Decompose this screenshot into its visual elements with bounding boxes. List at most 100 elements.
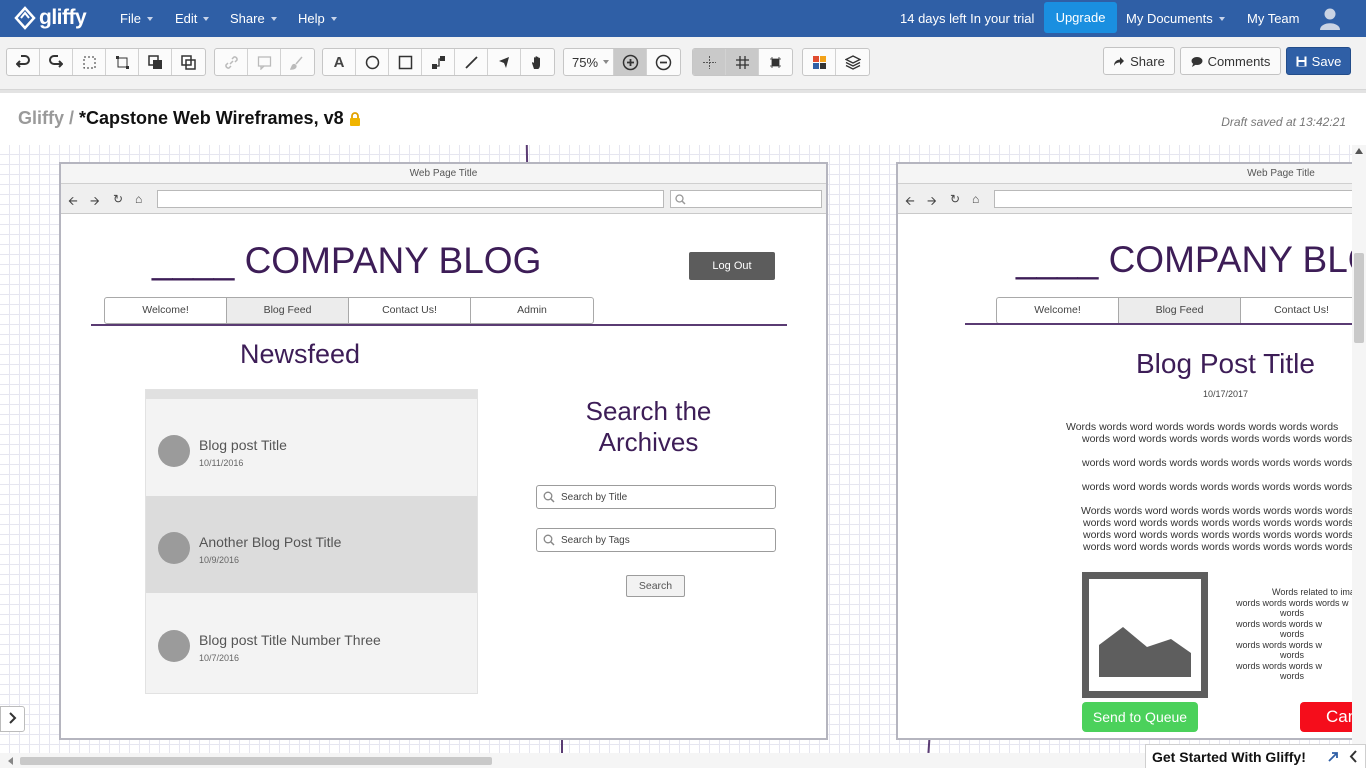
theme-button[interactable] [803, 49, 836, 75]
diagram-canvas[interactable]: Web Page Title 🡨 🡪 ↻ ⌂ ____ COMPANY BLOG… [0, 145, 1352, 753]
post-date: 10/9/2016 [199, 555, 240, 565]
nav-divider [965, 323, 1352, 325]
arrow-right-icon: 🡪 [927, 194, 937, 208]
get-started-panel[interactable]: Get Started With Gliffy! [1145, 744, 1366, 768]
search-archives-heading: Search the Archives [585, 396, 712, 457]
search-title-placeholder: Search by Title [561, 492, 628, 503]
paragraph-1: Words words word words words words words… [1066, 421, 1352, 445]
chevron-down-icon [1218, 17, 1225, 21]
cancel-button: Can [1300, 702, 1352, 732]
menu-my-documents[interactable]: My Documents [1126, 11, 1225, 26]
nav-tab-blog-feed: Blog Feed [1119, 298, 1241, 323]
breadcrumb[interactable]: Gliffy / [18, 108, 74, 129]
expand-panel-button[interactable] [0, 706, 25, 732]
search-icon [675, 194, 686, 205]
menu-edit-label: Edit [175, 11, 198, 26]
redo-button[interactable] [40, 49, 73, 75]
refresh-icon: ↻ [950, 192, 961, 206]
snap-icon [770, 56, 781, 68]
menu-file[interactable]: File [120, 11, 153, 26]
get-started-label: Get Started With Gliffy! [1152, 749, 1306, 765]
menu-help[interactable]: Help [298, 11, 337, 26]
browser-title: Web Page Title [898, 164, 1352, 184]
link-button[interactable] [215, 49, 248, 75]
paragraph-line: words word words words words words words… [1083, 517, 1352, 529]
document-title[interactable]: *Capstone Web Wireframes, v8 [79, 108, 344, 129]
vertical-scroll-thumb[interactable] [1354, 253, 1364, 343]
list-item: Blog post Title 10/11/2016 [146, 399, 477, 496]
caption-line: words words words w [1236, 618, 1323, 629]
paragraph-2: words word words words words words words… [1082, 457, 1352, 469]
site-nav-tabs: Welcome! Blog Feed Contact Us! [996, 297, 1352, 324]
paragraph-line: Words words word words words words words… [1066, 421, 1339, 433]
comment-icon [257, 55, 271, 70]
group-button[interactable] [106, 49, 139, 75]
pan-tool-button[interactable] [521, 49, 554, 75]
chevron-left-icon[interactable] [1349, 750, 1357, 763]
snap-guides-button[interactable] [693, 49, 726, 75]
zoom-in-button[interactable] [614, 49, 647, 75]
list-item: Blog post Title Number Three 10/7/2016 [146, 594, 477, 691]
newsfeed-heading: Newsfeed [240, 339, 361, 369]
vertical-scrollbar[interactable] [1352, 145, 1366, 753]
post-title: Blog post Title [199, 437, 287, 453]
url-bar [994, 190, 1352, 208]
bring-front-button[interactable] [139, 49, 172, 75]
connector-tool-button[interactable] [422, 49, 455, 75]
user-avatar[interactable] [1318, 6, 1342, 30]
blog-post-title: Blog Post Title [1136, 348, 1315, 379]
wireframe-blog-post-page[interactable]: Web Page Title 🡨 🡪 ↻ ⌂ ____ COMPANY BLOG… [896, 162, 1352, 740]
ellipse-tool-button[interactable] [356, 49, 389, 75]
pointer-tool-button[interactable] [488, 49, 521, 75]
caption-line: words [1280, 671, 1305, 681]
rectangle-tool-button[interactable] [389, 49, 422, 75]
chevron-down-icon [270, 17, 277, 21]
horizontal-scroll-thumb[interactable] [20, 757, 492, 765]
undo-button[interactable] [7, 49, 40, 75]
menu-share[interactable]: Share [230, 11, 277, 26]
wireframe-newsfeed-page[interactable]: Web Page Title 🡨 🡪 ↻ ⌂ ____ COMPANY BLOG… [59, 162, 828, 740]
search-icon [543, 491, 555, 503]
brand-wordmark: gliffy [39, 6, 87, 29]
expand-icon[interactable] [1327, 751, 1339, 763]
zoom-out-button[interactable] [647, 49, 680, 75]
save-button[interactable]: Save [1286, 47, 1351, 75]
theme-palette-icon [812, 55, 826, 69]
search-icon [543, 534, 555, 546]
avatar [158, 435, 190, 467]
chevron-right-icon [8, 712, 16, 724]
send-back-button[interactable] [172, 49, 205, 75]
layers-button[interactable] [836, 49, 869, 75]
chevron-up-icon[interactable] [1355, 148, 1363, 154]
zoom-select[interactable]: 75% [564, 49, 614, 75]
text-tool-button[interactable]: A [323, 49, 356, 75]
snap-to-shape-button[interactable] [759, 49, 792, 75]
gliffy-logo[interactable]: gliffy [14, 4, 87, 32]
comments-label: Comments [1207, 53, 1271, 69]
browser-nav-bar: 🡨 🡪 ↻ ⌂ [61, 184, 826, 214]
user-icon [1320, 8, 1340, 30]
grid-toggle-button[interactable] [726, 49, 759, 75]
menu-edit[interactable]: Edit [175, 11, 210, 26]
upgrade-button[interactable]: Upgrade [1044, 2, 1117, 33]
caption-line: Words related to ima [1272, 587, 1352, 597]
select-all-button[interactable] [73, 49, 106, 75]
chevron-down-icon [603, 60, 610, 64]
avatar [158, 630, 190, 662]
horizontal-scrollbar[interactable] [0, 753, 1145, 768]
line-tool-button[interactable] [455, 49, 488, 75]
nav-tab-contact: Contact Us! [349, 298, 471, 323]
share-label: Share [1130, 53, 1165, 69]
chevron-down-icon [330, 17, 337, 21]
comment-button[interactable] [248, 49, 281, 75]
lock-icon[interactable] [348, 112, 362, 126]
chevron-left-icon[interactable] [8, 757, 13, 765]
format-painter-button[interactable] [281, 49, 314, 75]
share-button[interactable]: Share [1103, 47, 1175, 75]
menu-my-team[interactable]: My Team [1247, 11, 1300, 26]
caption-line: words words words w [1236, 660, 1323, 671]
site-nav-tabs: Welcome! Blog Feed Contact Us! Admin [104, 297, 594, 324]
select-icon [83, 56, 95, 68]
avatar [158, 532, 190, 564]
comments-button[interactable]: Comments [1180, 47, 1281, 75]
